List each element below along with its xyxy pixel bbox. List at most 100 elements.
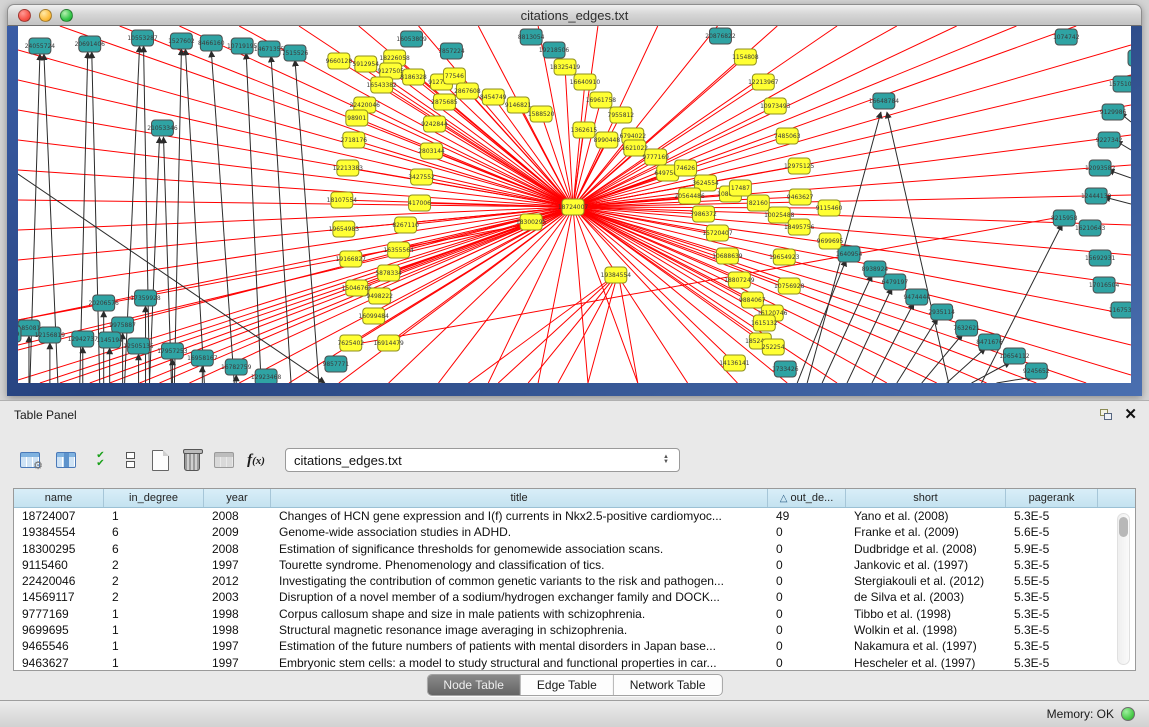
network-node[interactable]: 16961758 [586,92,617,108]
window-titlebar[interactable]: citations_edges.txt [7,4,1142,26]
network-node[interactable]: 15751074 [1109,76,1131,92]
network-node[interactable]: 6479197 [882,274,909,290]
column-header-name[interactable]: name [14,489,104,507]
network-node[interactable]: 7625402 [338,335,365,351]
network-node[interactable]: 1145194 [96,332,123,348]
network-node[interactable]: 5878334 [375,265,402,281]
network-node[interactable]: 7955812 [608,107,635,123]
network-node[interactable]: 8267110 [392,217,419,233]
network-node[interactable]: 17359928 [130,290,161,306]
network-node[interactable]: 16914479 [373,335,404,351]
network-node[interactable]: 21053346 [147,120,178,136]
network-node[interactable]: 16355564 [383,242,414,258]
network-node[interactable]: 18495756 [784,219,815,235]
network-node[interactable]: 16640910 [570,74,601,90]
network-node[interactable]: 9242844 [421,116,448,132]
network-node[interactable]: 14671355 [254,41,285,57]
network-node[interactable]: 8813054 [518,29,545,45]
network-node[interactable]: 19654923 [769,249,800,265]
network-node[interactable]: 15692931 [1085,250,1116,266]
table-scrollbar[interactable] [1117,513,1130,665]
network-node[interactable]: 1733426 [772,361,799,377]
float-panel-icon[interactable] [1100,409,1113,420]
network-node[interactable]: 7857224 [438,43,465,59]
new-document-button[interactable] [146,445,174,475]
table-row[interactable]: 2242004622012Investigating the contribut… [14,573,1135,589]
network-node[interactable]: 12923468 [251,369,282,383]
network-node[interactable]: 9699695 [817,233,844,249]
tab-network-table[interactable]: Network Table [614,675,722,695]
network-node[interactable]: 1167533 [1109,302,1131,318]
column-header-year[interactable]: year [204,489,271,507]
network-node[interactable]: 16053809 [396,31,427,47]
clear-selection-button[interactable] [116,445,144,475]
close-panel-icon[interactable]: ✕ [1124,405,1137,423]
table-row[interactable]: 1872400712008Changes of HCN gene express… [14,508,1135,524]
network-node[interactable]: 417006 [408,195,431,211]
network-node[interactable]: 24055724 [25,38,56,54]
network-node[interactable]: 12975125 [784,158,815,174]
network-node[interactable]: 7986372 [690,206,717,222]
network-node[interactable]: 19654983 [329,221,360,237]
network-node[interactable]: 9857771 [323,356,350,372]
network-node[interactable]: 16648784 [869,93,900,109]
column-header-title[interactable]: title [271,489,768,507]
network-node[interactable]: 9660128 [326,53,353,69]
network-node[interactable]: 12942737 [68,331,99,347]
network-node[interactable]: 20564486 [674,188,705,204]
network-node[interactable]: 8466160 [198,35,225,51]
network-node[interactable]: 12444139 [1081,188,1112,204]
network-node[interactable]: 9227342 [1096,132,1123,148]
network-node[interactable]: 12156819 [35,327,66,343]
network-node[interactable]: 9777169 [642,149,669,165]
network-node[interactable]: 20691406 [75,36,106,52]
network-node[interactable]: 10688639 [712,248,743,264]
network-node[interactable]: 9474444 [903,289,930,305]
network-node[interactable]: 12213967 [748,74,779,90]
delete-button[interactable] [178,445,206,475]
table-row[interactable]: 1938455462009Genome-wide association stu… [14,524,1135,540]
network-node[interactable]: 18300295 [516,214,547,230]
network-node[interactable]: 1615132 [751,315,778,331]
network-node[interactable]: 9975887 [109,317,136,333]
network-node[interactable]: 8471676 [976,334,1003,350]
network-node[interactable]: 77546 [443,68,465,84]
table-row[interactable]: 946362711997Embryonic stem cells: a mode… [14,655,1135,671]
table-select[interactable]: citations_edges.txt ▲▼ [285,448,680,472]
column-header-pagerank[interactable]: pagerank [1006,489,1098,507]
network-node[interactable]: 2803144 [418,143,445,159]
network-node[interactable]: 12213383 [333,160,364,176]
network-node[interactable]: 7515526 [282,45,309,61]
network-node[interactable]: 12093582 [1085,160,1116,176]
network-node[interactable]: 20206576 [89,295,120,311]
network-node[interactable]: 82160 [747,195,769,211]
select-all-button[interactable]: ✔✔ [86,445,114,475]
network-node[interactable]: 8990448 [594,132,621,148]
network-node[interactable]: 10973493 [760,98,791,114]
network-node[interactable]: 19384554 [601,267,632,283]
function-builder-button[interactable]: f(x) [242,445,270,475]
scrollbar-thumb[interactable] [1119,517,1128,537]
table-row[interactable]: 977716911998Corpus callosum shape and si… [14,606,1135,622]
network-node[interactable]: 17016504 [1089,277,1120,293]
network-node[interactable]: 15720407 [702,225,733,241]
network-node[interactable]: 8215958 [1051,210,1078,226]
network-node[interactable]: 2718176 [341,132,368,148]
network-node[interactable]: 7485063 [774,128,801,144]
network-node[interactable]: 16958167 [187,350,218,366]
table-row[interactable]: 969969511998Structural magnetic resonanc… [14,622,1135,638]
column-header-in-degree[interactable]: in_degree [104,489,204,507]
network-node[interactable]: 8186328 [400,69,427,85]
network-node[interactable]: 1362615 [571,122,598,138]
network-node[interactable]: 2875685 [431,94,458,110]
network-node[interactable]: 252254 [762,339,785,355]
network-node[interactable]: 18107554 [327,192,358,208]
network-node[interactable]: 1112 [1128,50,1131,66]
network-node[interactable]: 9463627 [787,189,814,205]
column-header-short[interactable]: short [846,489,1006,507]
network-node[interactable]: 8454749 [480,89,507,105]
network-node[interactable]: 2867608 [454,83,481,99]
network-node[interactable]: 1527602 [168,33,195,49]
show-columns-button[interactable] [52,445,80,475]
network-node[interactable]: 9129986 [1100,104,1127,120]
